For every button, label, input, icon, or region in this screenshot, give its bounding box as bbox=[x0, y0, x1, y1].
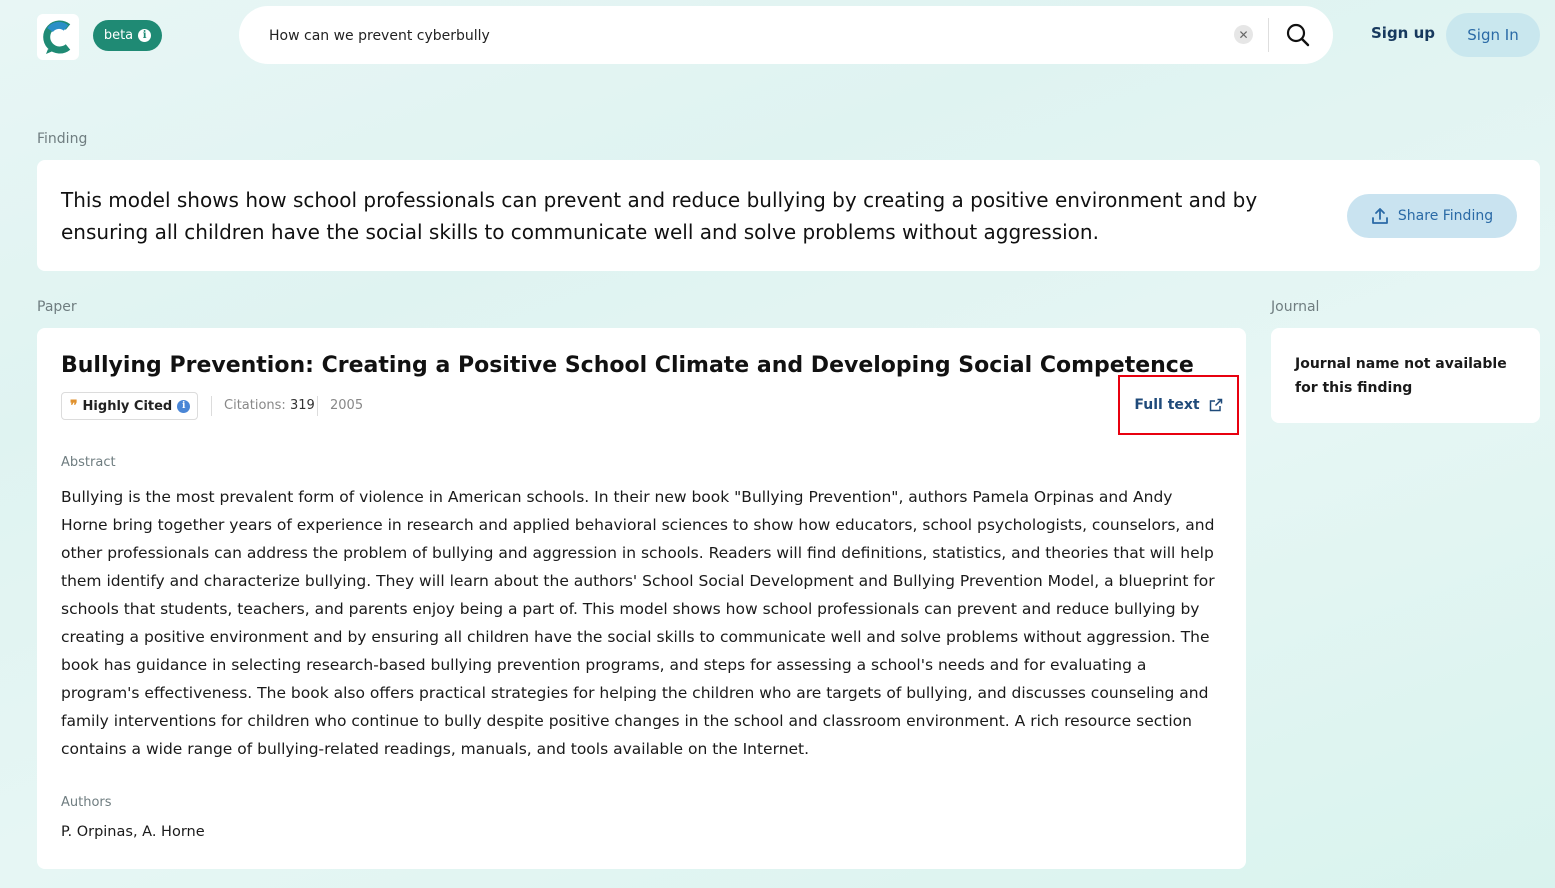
beta-badge[interactable]: beta i bbox=[93, 20, 162, 51]
paper-section-label: Paper bbox=[37, 299, 77, 315]
share-finding-button[interactable]: Share Finding bbox=[1347, 194, 1517, 238]
quote-icon: ❞ bbox=[70, 398, 78, 414]
citations-count: Citations: 319 bbox=[224, 398, 315, 413]
paper-title[interactable]: Bullying Prevention: Creating a Positive… bbox=[61, 353, 1194, 378]
journal-name-text: Journal name not available for this find… bbox=[1295, 356, 1507, 396]
beta-label: beta bbox=[103, 28, 134, 43]
sign-in-button[interactable]: Sign In bbox=[1446, 13, 1540, 57]
publication-year: 2005 bbox=[330, 398, 364, 413]
clear-search-icon[interactable]: ✕ bbox=[1234, 25, 1253, 44]
info-icon: i bbox=[138, 29, 152, 42]
finding-card: This model shows how school professional… bbox=[37, 160, 1540, 271]
search-input[interactable] bbox=[267, 23, 1171, 49]
highly-cited-label: Highly Cited bbox=[82, 398, 173, 414]
authors-list: P. Orpinas, A. Horne bbox=[61, 824, 205, 840]
finding-section-label: Finding bbox=[37, 131, 88, 147]
share-icon bbox=[1372, 208, 1388, 224]
authors-label: Authors bbox=[61, 795, 112, 810]
journal-card: Journal name not available for this find… bbox=[1271, 328, 1540, 423]
abstract-label: Abstract bbox=[61, 455, 116, 470]
citations-label: Citations: bbox=[224, 398, 286, 413]
search-bar: ✕ bbox=[239, 6, 1333, 64]
finding-text: This model shows how school professional… bbox=[61, 188, 1258, 244]
journal-section-label: Journal bbox=[1271, 299, 1320, 315]
share-finding-label: Share Finding bbox=[1397, 208, 1494, 224]
full-text-link[interactable]: Full text bbox=[1118, 375, 1239, 435]
search-divider bbox=[1268, 18, 1269, 52]
sign-up-button[interactable]: Sign up bbox=[1371, 24, 1435, 42]
paper-card: Bullying Prevention: Creating a Positive… bbox=[37, 328, 1246, 869]
external-link-icon bbox=[1209, 398, 1222, 412]
logo-icon bbox=[43, 20, 71, 54]
meta-divider bbox=[211, 396, 212, 416]
search-icon[interactable] bbox=[1285, 22, 1311, 48]
info-icon[interactable]: i bbox=[177, 399, 191, 413]
full-text-label: Full text bbox=[1134, 397, 1200, 413]
meta-divider bbox=[317, 396, 318, 416]
abstract-text: Bullying is the most prevalent form of v… bbox=[61, 488, 1215, 758]
highly-cited-badge: ❞ Highly Cited i bbox=[61, 392, 198, 420]
citations-value: 319 bbox=[289, 398, 315, 413]
app-logo[interactable] bbox=[37, 14, 79, 60]
